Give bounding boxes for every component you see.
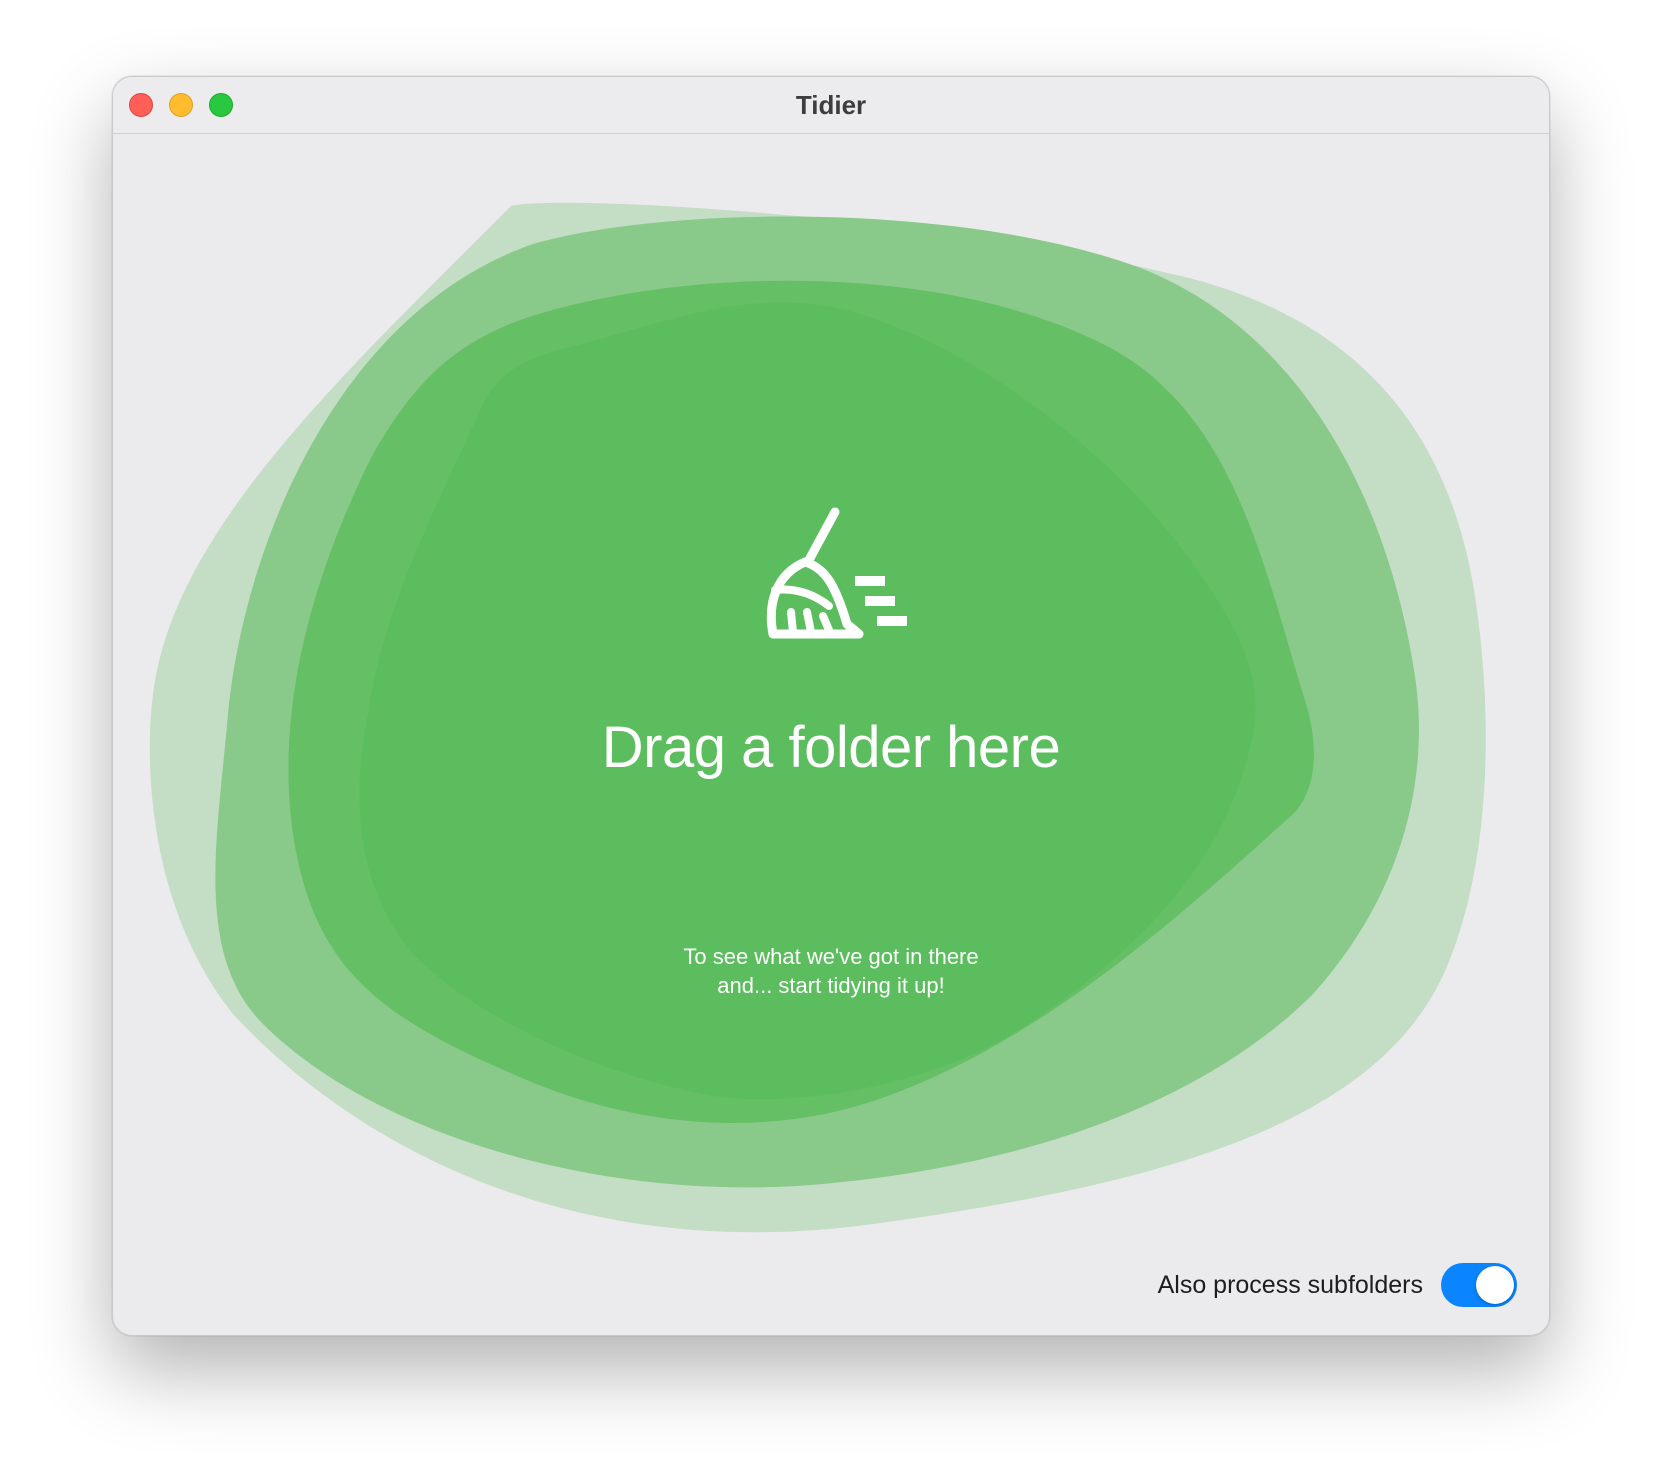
toggle-knob — [1476, 1266, 1514, 1304]
window-title: Tidier — [795, 90, 867, 120]
drop-subtitle-line: To see what we've got in there — [683, 944, 979, 969]
footer-options: Also process subfolders — [1158, 1263, 1517, 1307]
folder-drop-zone[interactable]: Drag a folder here To see what we've got… — [113, 134, 1549, 1335]
subfolders-toggle[interactable] — [1441, 1263, 1517, 1307]
title-bar[interactable]: Tidier — [113, 77, 1549, 134]
drop-headline: Drag a folder here — [601, 715, 1061, 780]
broom-icon — [753, 484, 913, 659]
drop-subtitle: To see what we've got in there and... st… — [113, 942, 1549, 1000]
subfolders-toggle-label: Also process subfolders — [1157, 1270, 1423, 1299]
drop-subtitle-line: and... start tidying it up! — [717, 973, 945, 998]
window-content: Drag a folder here To see what we've got… — [113, 134, 1549, 1335]
app-window: Tidier Drag a folder here To see what we… — [112, 76, 1550, 1336]
